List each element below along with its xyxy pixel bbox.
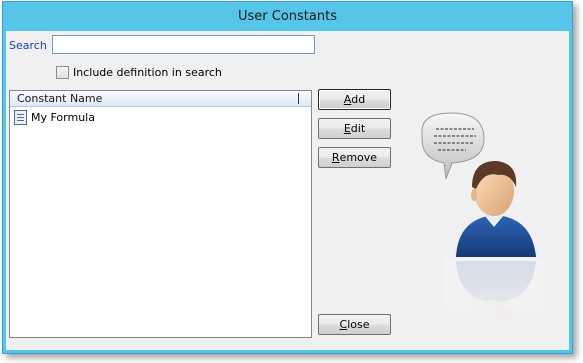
- edit-button[interactable]: Edit: [318, 118, 391, 139]
- dialog-client-area: Search Include definition in search Cons…: [6, 31, 569, 350]
- constants-list[interactable]: Constant Name My Formula: [9, 90, 312, 338]
- include-definition-label: Include definition in search: [73, 66, 222, 79]
- include-definition-checkbox[interactable]: [56, 66, 69, 79]
- list-item-label: My Formula: [31, 111, 95, 124]
- remove-button[interactable]: Remove: [318, 147, 391, 168]
- list-header: Constant Name: [10, 91, 311, 107]
- add-button[interactable]: Add: [318, 89, 391, 110]
- formula-document-icon: [14, 110, 27, 125]
- user-constants-window: User Constants Search Include definition…: [2, 1, 573, 354]
- speech-bubble-icon: [421, 112, 485, 180]
- column-header-constant-name[interactable]: Constant Name: [17, 92, 102, 105]
- person-figure-icon: [456, 161, 536, 257]
- window-title: User Constants: [238, 9, 337, 24]
- column-resize-handle[interactable]: [298, 93, 299, 104]
- search-input[interactable]: [52, 35, 315, 54]
- close-button[interactable]: Close: [318, 314, 391, 335]
- title-bar[interactable]: User Constants: [3, 2, 572, 31]
- user-speech-bubble-icon: [421, 112, 544, 329]
- list-item[interactable]: My Formula: [14, 110, 95, 125]
- search-label: Search: [9, 39, 47, 52]
- include-definition-option[interactable]: Include definition in search: [56, 66, 222, 79]
- reflection-decoration: [444, 259, 544, 329]
